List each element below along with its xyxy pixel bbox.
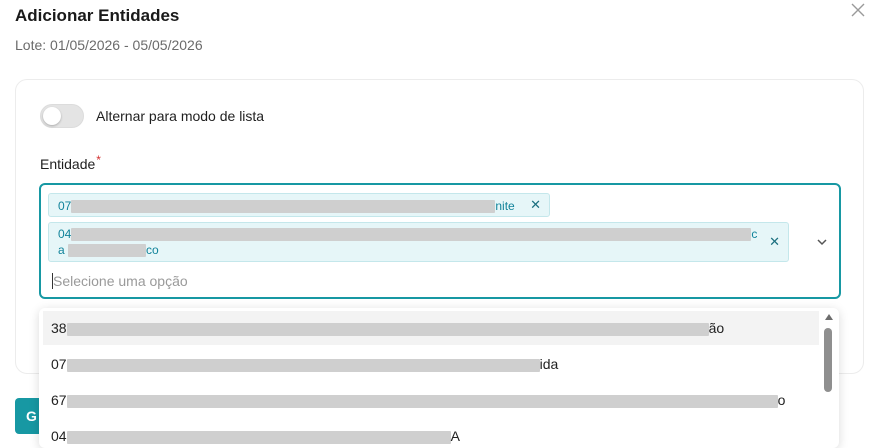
tag-line1-suffix: c [751, 227, 758, 241]
entity-label-text: Entidade [40, 156, 96, 172]
option-text: 38 ão [51, 320, 724, 336]
tag-line2-prefix: a [58, 243, 65, 257]
save-button-label: G [26, 408, 37, 424]
entity-search-input[interactable] [51, 272, 791, 290]
text-caret [52, 273, 53, 289]
tag-text-prefix: 07 [58, 199, 72, 213]
option-text: 67 o [51, 392, 785, 408]
redacted-text [71, 200, 496, 214]
option-prefix: 04 [51, 428, 67, 444]
entity-options-dropdown: 38 ão 07 ida 67 o 04 A [39, 308, 839, 448]
option-text: 04 A [51, 428, 460, 444]
batch-period-subtitle: Lote: 01/05/2026 - 05/05/2026 [15, 37, 203, 53]
dropdown-option[interactable]: 67 o [43, 383, 819, 417]
tag-text-suffix: nite [495, 199, 515, 213]
option-suffix: A [450, 428, 460, 444]
entity-multiselect[interactable]: 07 nite ✕ 04 c a co ✕ [39, 183, 841, 299]
redacted-text [71, 228, 752, 242]
selected-tag-text: 07 nite [58, 198, 515, 214]
tag-line1-prefix: 04 [58, 227, 72, 241]
remove-tag-icon[interactable]: ✕ [769, 234, 780, 250]
list-mode-toggle-row: Alternar para modo de lista [40, 104, 264, 128]
list-mode-toggle-label: Alternar para modo de lista [96, 108, 265, 124]
redacted-text [68, 244, 147, 258]
option-prefix: 07 [51, 356, 67, 372]
entity-field-label: Entidade* [40, 153, 101, 172]
option-text: 07 ida [51, 356, 558, 372]
remove-tag-icon[interactable]: ✕ [530, 197, 541, 213]
toggle-knob [43, 107, 61, 125]
option-suffix: ida [539, 356, 559, 372]
option-prefix: 38 [51, 320, 67, 336]
modal-title: Adicionar Entidades [15, 6, 180, 25]
required-asterisk: * [96, 153, 101, 167]
redacted-text [66, 358, 540, 372]
tag-line2-suffix: co [146, 243, 159, 257]
selected-tag: 04 c a co ✕ [48, 222, 789, 262]
dropdown-option[interactable]: 04 A [43, 419, 819, 448]
option-prefix: 67 [51, 392, 67, 408]
selected-tag: 07 nite ✕ [48, 193, 550, 217]
dropdown-option[interactable]: 38 ão [43, 311, 819, 345]
redacted-text [66, 394, 778, 408]
scroll-up-arrow-icon[interactable] [825, 314, 833, 320]
option-suffix: o [777, 392, 786, 408]
option-suffix: ão [708, 320, 725, 336]
close-icon[interactable] [848, 0, 868, 20]
chevron-down-icon[interactable] [815, 235, 829, 249]
selected-tag-text: 04 c a co [58, 226, 763, 258]
list-mode-toggle[interactable] [40, 104, 84, 128]
redacted-text [66, 322, 709, 336]
scrollbar-thumb[interactable] [824, 328, 832, 392]
redacted-text [66, 430, 451, 444]
dropdown-option[interactable]: 07 ida [43, 347, 819, 381]
